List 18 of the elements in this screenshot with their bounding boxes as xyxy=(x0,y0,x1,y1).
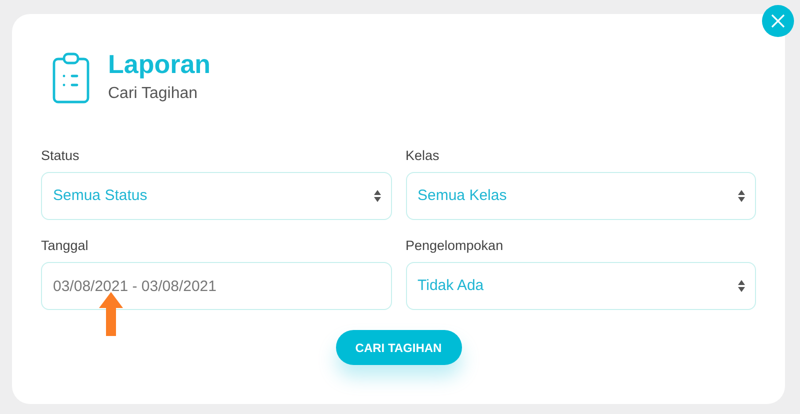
dropdown-field[interactable]: Semua Kelas xyxy=(406,172,756,220)
sort-caret-icon xyxy=(738,280,745,292)
field-label: Pengelompokan xyxy=(406,236,504,255)
sort-caret-icon xyxy=(738,190,745,202)
search-button[interactable]: CARI TAGIHAN xyxy=(336,330,462,366)
dialog-title: Laporan xyxy=(108,50,211,79)
dropdown-field[interactable]: Tidak Ada xyxy=(406,262,756,310)
dropdown-field[interactable]: Semua Status xyxy=(41,172,392,220)
field-label: Status xyxy=(41,146,80,165)
clipboard-icon xyxy=(52,52,90,104)
sort-caret-icon xyxy=(374,190,380,202)
close-icon xyxy=(771,14,785,28)
dialog-subtitle: Cari Tagihan xyxy=(108,84,199,104)
date-range-field[interactable]: 03/08/2021 - 03/08/2021 xyxy=(41,262,392,310)
close-button[interactable] xyxy=(762,5,794,37)
field-label: Tanggal xyxy=(41,236,90,255)
pointer-arrow-icon xyxy=(99,292,123,336)
field-label: Kelas xyxy=(406,146,440,165)
